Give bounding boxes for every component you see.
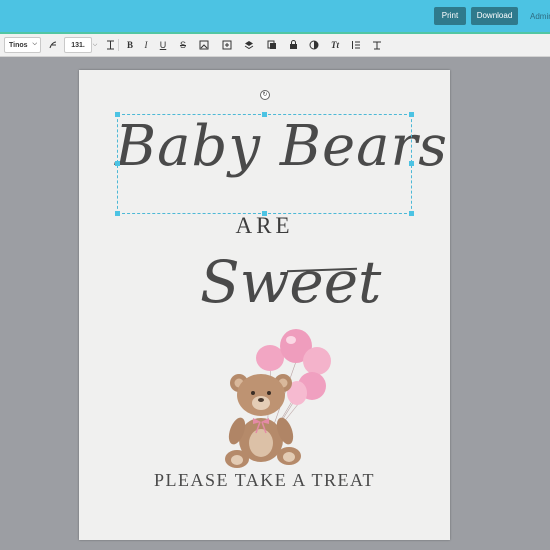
- admin-link[interactable]: Admin: [530, 12, 550, 21]
- font-size-input[interactable]: 131.: [64, 37, 92, 53]
- font-size-chevron-icon[interactable]: ⌵: [91, 34, 99, 56]
- chevron-down-icon: ⌵: [32, 41, 37, 47]
- text-height-icon[interactable]: [104, 34, 116, 56]
- resize-handle-right[interactable]: [409, 161, 414, 166]
- layers-icon[interactable]: [243, 34, 255, 56]
- print-button[interactable]: Print: [434, 7, 466, 25]
- italic-button[interactable]: I: [140, 34, 152, 56]
- resize-handle-top-right[interactable]: [409, 112, 414, 117]
- resize-handle-top-left[interactable]: [115, 112, 120, 117]
- bold-button[interactable]: B: [124, 34, 136, 56]
- lock-icon[interactable]: [287, 34, 299, 56]
- resize-handle-bottom-right[interactable]: [409, 211, 414, 216]
- resize-handle-bottom[interactable]: [262, 211, 267, 216]
- image-icon[interactable]: [198, 34, 210, 56]
- rotate-handle-icon[interactable]: ↻: [260, 90, 270, 100]
- align-icon[interactable]: [371, 34, 383, 56]
- toolbar-divider: [118, 39, 119, 51]
- font-family-value: Tinos: [9, 41, 28, 49]
- text-style-button[interactable]: Tt: [329, 34, 341, 56]
- effects-icon[interactable]: [308, 34, 320, 56]
- resize-handle-left[interactable]: [115, 161, 120, 166]
- download-button[interactable]: Download: [471, 7, 518, 25]
- top-header-bar: Print Download Admin: [0, 0, 550, 32]
- resize-handle-bottom-left[interactable]: [115, 211, 120, 216]
- underline-button[interactable]: U: [157, 34, 169, 56]
- add-box-icon[interactable]: [221, 34, 233, 56]
- glyph-icon[interactable]: [47, 34, 59, 56]
- tagline-text[interactable]: PLEASE TAKE A TREAT: [79, 470, 450, 491]
- teddy-bear-balloons-illustration[interactable]: [219, 323, 339, 468]
- sweet-script-text[interactable]: Sweet: [200, 248, 381, 316]
- text-toolbar: Tinos ⌵ 131. ⌵ B I U S Tt: [0, 34, 550, 57]
- duplicate-icon[interactable]: [266, 34, 278, 56]
- are-text[interactable]: ARE: [79, 213, 450, 239]
- line-spacing-icon[interactable]: [350, 34, 362, 56]
- selection-box[interactable]: [117, 114, 412, 214]
- strikethrough-button[interactable]: S: [177, 34, 189, 56]
- teddy-bear: [225, 374, 301, 468]
- resize-handle-top[interactable]: [262, 112, 267, 117]
- font-family-select[interactable]: Tinos ⌵: [4, 37, 41, 53]
